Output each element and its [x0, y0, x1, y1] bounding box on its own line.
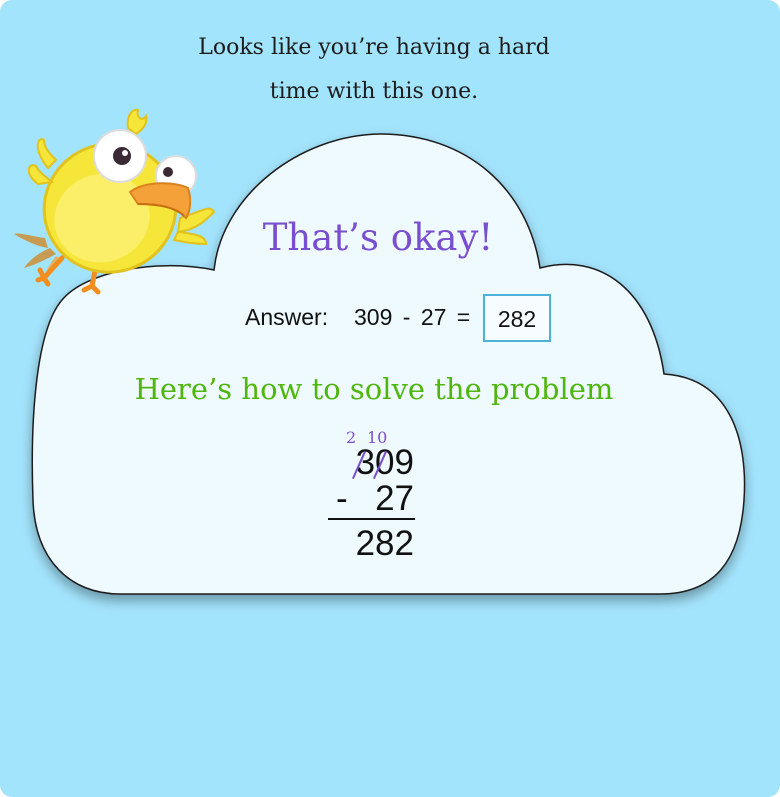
- feedback-heading: That’s okay!: [262, 216, 494, 259]
- difference: 282: [355, 524, 414, 563]
- minuend: 309: [355, 443, 414, 482]
- feedback-panel: Looks like you’re having a hard time wit…: [0, 0, 780, 797]
- sum-rule: [328, 518, 415, 520]
- answer-row: Answer: 309 - 27 = 282: [200, 294, 600, 342]
- subtraction-working: 2 10 309 - 27 282: [300, 425, 440, 575]
- subtrahend: 27: [375, 479, 414, 518]
- chick-mascot-icon: [14, 108, 216, 295]
- minus-sign: -: [336, 479, 348, 518]
- solution-heading: Here’s how to solve the problem: [134, 372, 614, 406]
- answer-label: Answer:: [245, 304, 329, 330]
- answer-value-box: 282: [483, 294, 551, 342]
- answer-equation: 309 - 27 =: [354, 304, 471, 330]
